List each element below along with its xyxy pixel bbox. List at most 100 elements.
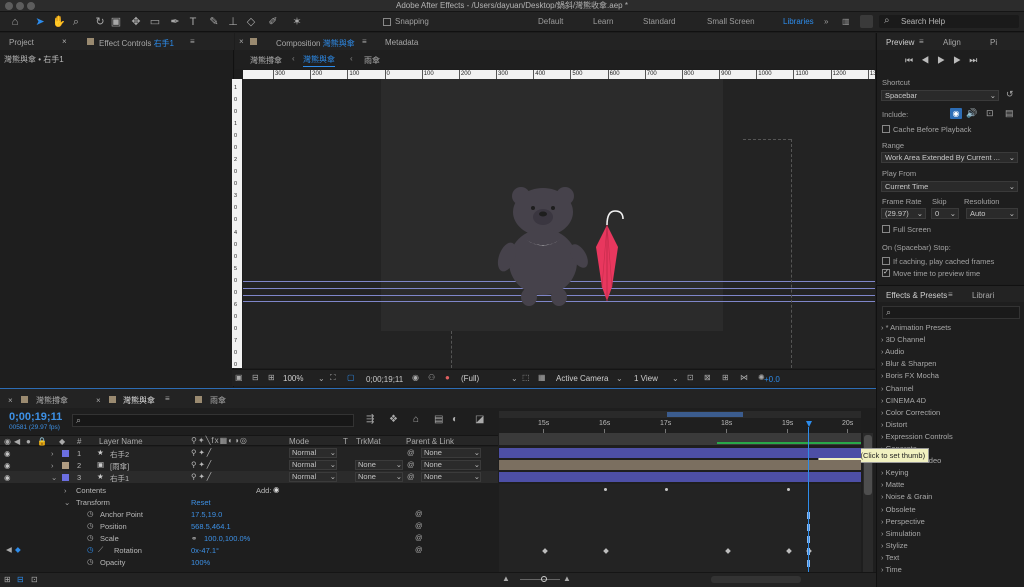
fit-icon[interactable]: ⛶ [330,373,336,383]
graph-icon[interactable]: ⟋ [98,545,103,555]
workspace-menu-icon[interactable]: » [824,17,828,26]
eraser-tool-icon[interactable]: ◇ [244,15,258,29]
graph-editor-icon[interactable]: ◪ [475,414,484,425]
last-frame-icon[interactable]: ⏭ [969,55,985,65]
stopwatch-icon[interactable]: ◷ [87,557,94,566]
effects-category[interactable]: › Color Correction [881,408,940,417]
property-row[interactable]: ◷ Position 568.5,464.1 @ [0,520,498,532]
effects-category[interactable]: › * Animation Presets [881,323,951,332]
composition-viewer[interactable] [243,79,875,368]
brush-tool-icon[interactable]: ✎ [207,15,221,29]
contents-keyframe[interactable] [665,488,668,491]
pickwhip-icon[interactable]: @ [415,533,423,542]
eye-icon[interactable]: ◉ [4,473,11,482]
pickwhip-icon[interactable]: @ [415,521,423,530]
chevron-right-icon[interactable]: › [51,461,54,470]
effects-category[interactable]: › Noise & Grain [881,492,932,501]
channel-icon[interactable]: ● [445,373,450,382]
layer-row[interactable]: ◉ › 1 ★ 右手2 ⚲✦╱ Normal ⌄ @ None ⌄ [0,447,498,459]
roto-brush-tool-icon[interactable]: ✐ [266,15,280,29]
layer-bar[interactable] [499,472,861,482]
stopwatch-icon[interactable]: ◷ [87,521,94,530]
effects-category[interactable]: › Keying [881,468,909,477]
show-snapshot-icon[interactable]: ⚇ [428,373,435,382]
zoom-window-button[interactable] [27,2,35,10]
toggle-pixel-icon[interactable]: ⊡ [687,373,694,382]
reset-link[interactable]: Reset [191,498,211,507]
property-row[interactable]: ◀ ◆ ⟋ ◷ Rotation 0x-47.1° @ [0,544,498,556]
chevron-down-icon[interactable]: ⌄ [64,498,70,507]
panel-menu-icon[interactable]: ≡ [165,394,170,403]
transparency-icon[interactable]: ▦ [538,373,546,382]
toggle-modes-icon[interactable]: ⊟ [17,575,24,584]
layer-mode-select[interactable]: Normal ⌄ [289,460,337,470]
first-frame-icon[interactable]: ⏮ [905,55,921,65]
clone-stamp-tool-icon[interactable]: ⊥ [226,15,240,29]
tab-libraries[interactable]: Librari [972,291,994,300]
grid-icon[interactable]: ⊞ [268,373,275,382]
tab-project[interactable]: Project [9,38,34,47]
chevron-right-icon[interactable]: › [64,486,67,495]
reset-icon[interactable]: ↺ [1006,89,1014,100]
layer-label-color[interactable] [62,462,69,469]
tab-composition[interactable]: Composition 灣熊與傘 [276,38,355,49]
effects-category[interactable]: › Text [881,553,899,562]
zoom-out-icon[interactable]: ▲ [502,574,510,583]
rectangle-tool-icon[interactable]: ▭ [148,15,162,29]
monitor-icon[interactable]: ⊟ [252,373,259,382]
crumb-2[interactable]: 灣熊與傘 [303,54,335,67]
crumb-3[interactable]: 雨傘 [364,55,380,66]
panel-menu-icon[interactable]: ≡ [190,37,195,46]
range-select[interactable]: Work Area Extended By Current ... ⌄ [881,152,1018,163]
keyframe-icon[interactable]: ◆ [15,545,21,554]
views-select[interactable]: 1 View [634,374,658,383]
rotate-tool-icon[interactable]: ↻ [93,15,107,29]
exposure-value[interactable]: +0.0 [764,375,780,384]
property-value[interactable]: 100.0,100.0% [204,534,250,543]
layer-mode-select[interactable]: Normal ⌄ [289,448,337,458]
move-time-checkbox[interactable]: ✓ [882,269,890,277]
layer-row[interactable]: ◉ › 2 ▣ [雨傘] ⚲✦╱ Normal ⌄ None ⌄ @ None ⌄ [0,459,498,471]
workspace-panel-icon[interactable]: ▥ [842,17,850,26]
minimize-window-button[interactable] [16,2,24,10]
type-tool-icon[interactable]: T [186,15,200,29]
effects-category[interactable]: › Expression Controls [881,432,953,441]
transform-row[interactable]: ⌄ Transform Reset [0,496,498,508]
transparency-grid-icon[interactable]: ▢ [347,373,355,382]
always-preview-icon[interactable]: ▣ [235,373,243,382]
zoom-slider-thumb[interactable] [541,576,547,582]
fast-preview-icon[interactable]: ⊠ [704,373,711,382]
timeline-search-input[interactable]: ⌕ [72,414,354,427]
tab-p[interactable]: Pi [990,38,997,47]
pickwhip-icon[interactable]: @ [407,472,415,481]
toggle-times-icon[interactable]: ⊡ [31,575,38,584]
workspace-learn[interactable]: Learn [593,17,613,26]
cache-checkbox[interactable] [882,125,890,133]
camera-tool-icon[interactable]: ▣ [109,15,123,29]
close-window-button[interactable] [5,2,13,10]
add-icon[interactable]: ◉ [273,485,280,494]
work-area-bar[interactable] [499,411,861,418]
panel-menu-icon[interactable]: ≡ [919,37,924,46]
next-frame-icon[interactable]: ▶ [953,55,969,65]
tab-timeline-2[interactable]: 灣熊與傘 [123,395,155,406]
tab-timeline-1[interactable]: 灣熊撐傘 [36,395,68,406]
timeline-timecode[interactable]: 0;00;19;11 [9,411,62,423]
shortcut-select[interactable]: Spacebar ⌄ [881,90,999,101]
effects-category[interactable]: › Matte [881,480,904,489]
property-value[interactable]: 17.5,19.0 [191,510,222,519]
eye-icon[interactable]: ◉ [4,461,11,470]
frame-rate-select[interactable]: (29.97) ⌄ [881,208,926,219]
close-icon[interactable]: × [239,37,244,46]
layer-parent-select[interactable]: None ⌄ [421,460,481,470]
workspace-small-screen[interactable]: Small Screen [707,17,755,26]
layer-label-color[interactable] [62,474,69,481]
layer-switches[interactable]: ⚲✦╱ [191,448,213,457]
contents-keyframe[interactable] [787,488,790,491]
region-of-interest-icon[interactable]: ⬚ [522,373,530,382]
chevron-down-icon[interactable]: ⌄ [51,473,57,482]
frame-blending-icon[interactable]: ▤ [434,414,443,425]
search-help-input[interactable]: Search Help [901,17,945,26]
property-value[interactable]: 568.5,464.1 [191,522,231,531]
zoom-tool-icon[interactable]: ⌕ [69,15,83,29]
